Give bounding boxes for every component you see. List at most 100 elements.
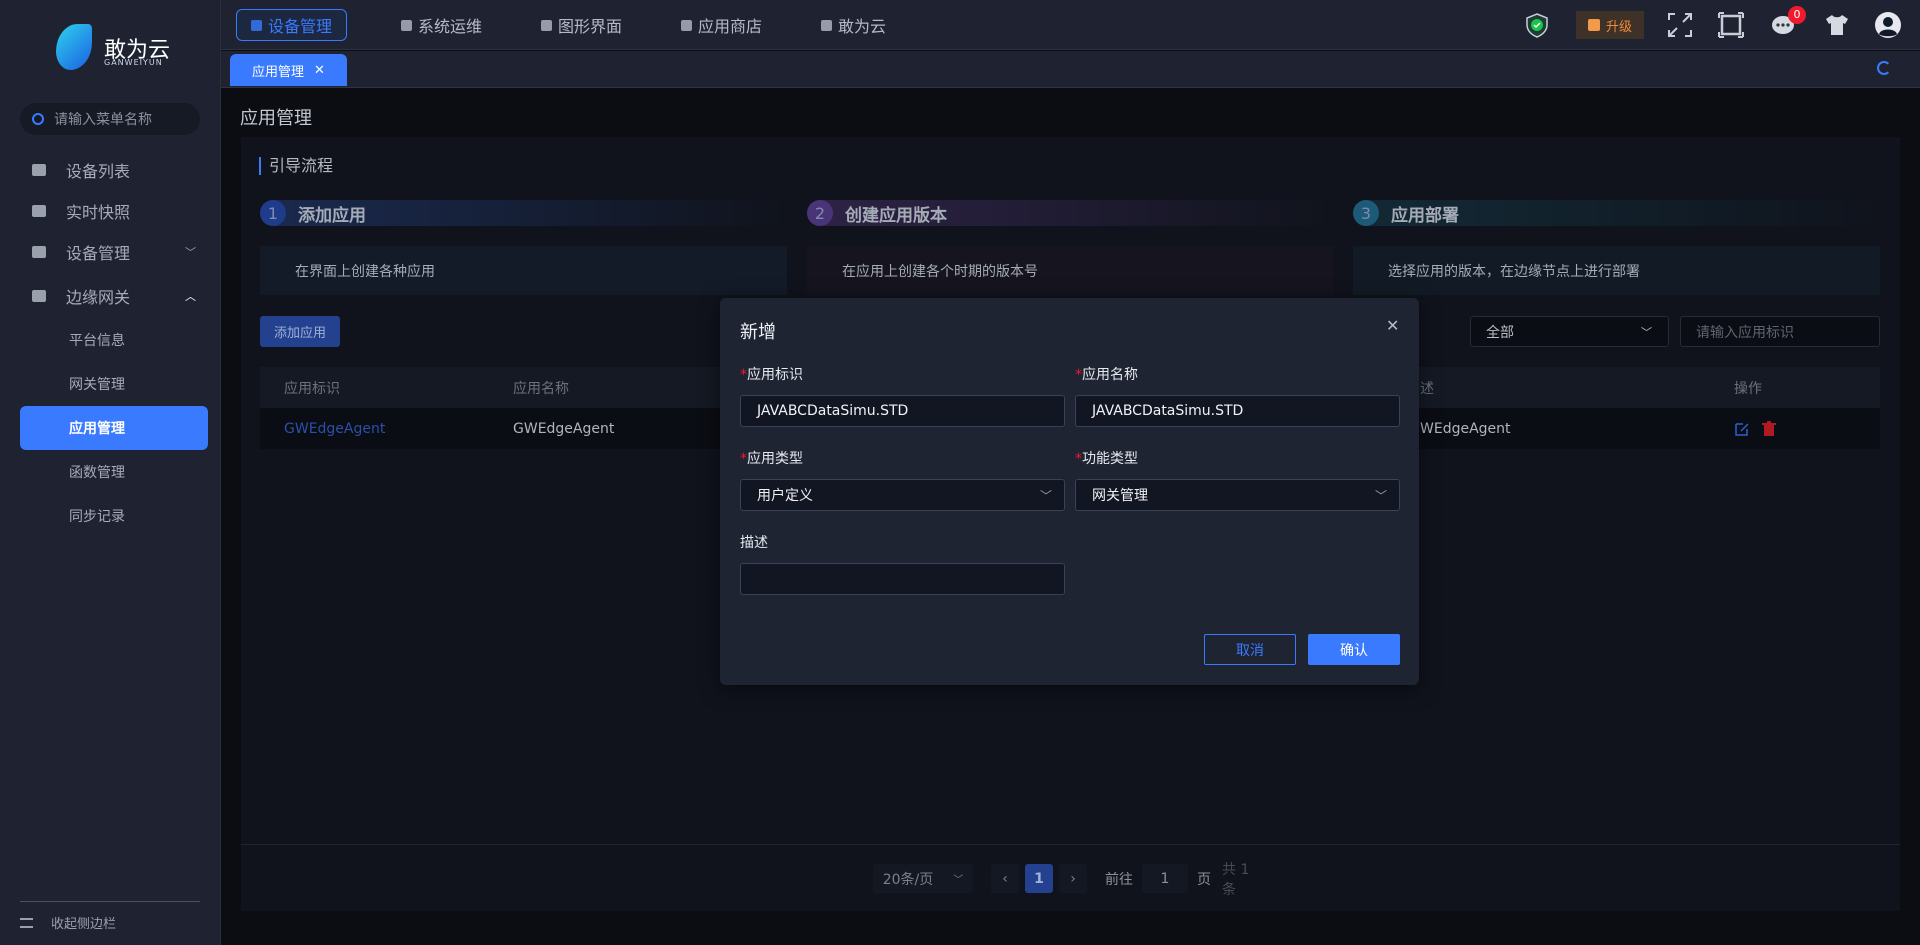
- filter-value: 全部: [1486, 322, 1514, 342]
- nav-app-store[interactable]: 应用商店: [667, 9, 776, 41]
- theme-shirt-icon[interactable]: [1824, 12, 1850, 38]
- type-filter-select[interactable]: 全部﹀: [1470, 316, 1669, 347]
- tab-label: 应用管理: [252, 61, 304, 80]
- app-id-search-input[interactable]: 请输入应用标识: [1680, 316, 1880, 347]
- sidebar-item-device-list[interactable]: 设备列表: [20, 150, 208, 190]
- column-header: 应用名称: [513, 378, 569, 398]
- tab-app-manage[interactable]: 应用管理 ✕: [230, 54, 347, 86]
- func-type-label: *功能类型: [1075, 448, 1138, 468]
- menu-label: 网关管理: [69, 374, 125, 394]
- shield-check-icon[interactable]: [1524, 12, 1550, 38]
- dialog-title: 新增: [740, 318, 776, 344]
- step-2: 2创建应用版本: [807, 200, 1334, 226]
- step-1-desc: 在界面上创建各种应用: [260, 246, 787, 295]
- close-icon[interactable]: ✕: [314, 63, 325, 78]
- sidebar-item-edge-gateway[interactable]: 边缘网关︿: [20, 276, 208, 316]
- nav-ganweiyun[interactable]: 敢为云: [807, 9, 900, 41]
- required-mark: *: [1075, 451, 1082, 467]
- app-id-input[interactable]: JAVABCDataSimu.STD: [740, 395, 1065, 427]
- sidebar-item-sync-log[interactable]: 同步记录: [20, 494, 208, 538]
- grid-icon: [32, 290, 46, 302]
- page-size-select[interactable]: 20条/页﹀: [873, 864, 973, 893]
- step-number: 1: [260, 200, 286, 226]
- menu-label: 平台信息: [69, 330, 125, 350]
- prev-page-button[interactable]: ‹: [991, 864, 1019, 893]
- label-text: 应用类型: [747, 451, 803, 467]
- page-title: 应用管理: [240, 104, 312, 130]
- desc-label: 描述: [740, 532, 768, 552]
- total-count: 共 1 条: [1222, 864, 1266, 893]
- page-size-value: 20条/页: [883, 869, 934, 889]
- column-header: 述: [1420, 378, 1434, 398]
- sidebar-item-function-manage[interactable]: 函数管理: [20, 450, 208, 494]
- display-icon: [541, 20, 552, 31]
- label-text: 应用标识: [747, 367, 803, 383]
- goto-label: 前往: [1104, 864, 1134, 893]
- select-value: 用户定义: [757, 485, 813, 505]
- sidebar-item-gateway-manage[interactable]: 网关管理: [20, 362, 208, 406]
- column-header: 操作: [1734, 378, 1762, 398]
- monitor-icon: [32, 164, 46, 176]
- page-1-button[interactable]: 1: [1025, 864, 1053, 893]
- step-1: 1 添加应用: [260, 200, 787, 226]
- chevron-down-icon: ﹀: [1040, 487, 1052, 504]
- sidebar-item-platform-info[interactable]: 平台信息: [20, 318, 208, 362]
- close-icon[interactable]: ✕: [1386, 316, 1399, 335]
- step-2-desc: 在应用上创建各个时期的版本号: [807, 246, 1334, 295]
- fullscreen-icon[interactable]: [1667, 12, 1693, 38]
- upgrade-label: 升级: [1606, 16, 1632, 35]
- cancel-button[interactable]: 取消: [1204, 634, 1296, 665]
- nav-label: 图形界面: [558, 13, 622, 37]
- input-value: JAVABCDataSimu.STD: [1092, 403, 1243, 419]
- add-app-button[interactable]: 添加应用: [260, 316, 340, 347]
- func-type-select[interactable]: 网关管理﹀: [1075, 479, 1400, 511]
- app-id-link[interactable]: GWEdgeAgent: [284, 421, 385, 437]
- app-desc: WEdgeAgent: [1420, 421, 1511, 437]
- sidebar-item-snapshot[interactable]: 实时快照: [20, 191, 208, 231]
- desc-input[interactable]: [740, 563, 1065, 595]
- app-type-label: *应用类型: [740, 448, 803, 468]
- tab-bar: 应用管理 ✕: [221, 51, 1920, 88]
- nav-device-manage[interactable]: 设备管理: [236, 9, 347, 41]
- step-3: 3应用部署: [1353, 200, 1880, 226]
- step-label: 添加应用: [298, 201, 366, 226]
- user-avatar-icon[interactable]: [1875, 12, 1901, 38]
- message-count-badge: 0: [1788, 6, 1806, 24]
- search-placeholder: 请输入应用标识: [1696, 322, 1794, 342]
- camera-icon: [32, 205, 46, 217]
- refresh-icon[interactable]: [1877, 61, 1891, 75]
- nav-graphics[interactable]: 图形界面: [527, 9, 636, 41]
- collapse-icon: [20, 918, 33, 928]
- required-mark: *: [740, 367, 747, 383]
- step-label: 应用部署: [1391, 201, 1459, 226]
- input-value: JAVABCDataSimu.STD: [757, 403, 908, 419]
- menu-search-input[interactable]: 请输入菜单名称: [20, 103, 200, 135]
- menu-label: 实时快照: [66, 199, 130, 223]
- app-type-select[interactable]: 用户定义 ﹀: [740, 479, 1065, 511]
- nav-label: 敢为云: [838, 13, 886, 37]
- sidebar-item-app-manage[interactable]: 应用管理: [20, 406, 208, 450]
- required-mark: *: [1075, 367, 1082, 383]
- search-icon: [32, 113, 44, 125]
- next-page-button[interactable]: ›: [1059, 864, 1087, 893]
- label-text: 应用名称: [1082, 367, 1138, 383]
- menu-label: 设备列表: [66, 158, 130, 182]
- sidebar: 敢为云 GANWEIYUN 请输入菜单名称 设备列表 实时快照 设备管理﹀ 边缘…: [0, 0, 221, 945]
- step-label: 创建应用版本: [845, 201, 947, 226]
- goto-page-input[interactable]: 1: [1142, 864, 1188, 893]
- delete-icon[interactable]: [1762, 421, 1776, 437]
- guide-title: 引导流程: [259, 157, 333, 175]
- sidebar-item-device-manage[interactable]: 设备管理﹀: [20, 232, 208, 272]
- nav-label: 系统运维: [418, 13, 482, 37]
- confirm-button[interactable]: 确认: [1308, 634, 1400, 665]
- screen-frame-icon[interactable]: [1718, 12, 1744, 38]
- required-mark: *: [740, 451, 747, 467]
- upgrade-button[interactable]: 升级: [1576, 11, 1644, 39]
- edit-icon[interactable]: [1734, 421, 1750, 437]
- app-name-input[interactable]: JAVABCDataSimu.STD: [1075, 395, 1400, 427]
- chevron-up-icon: ︿: [185, 288, 196, 304]
- butterfly-icon: [821, 20, 832, 31]
- nav-system-ops[interactable]: 系统运维: [387, 9, 496, 41]
- collapse-sidebar-button[interactable]: 收起侧边栏: [20, 913, 116, 932]
- search-placeholder: 请输入菜单名称: [54, 109, 152, 129]
